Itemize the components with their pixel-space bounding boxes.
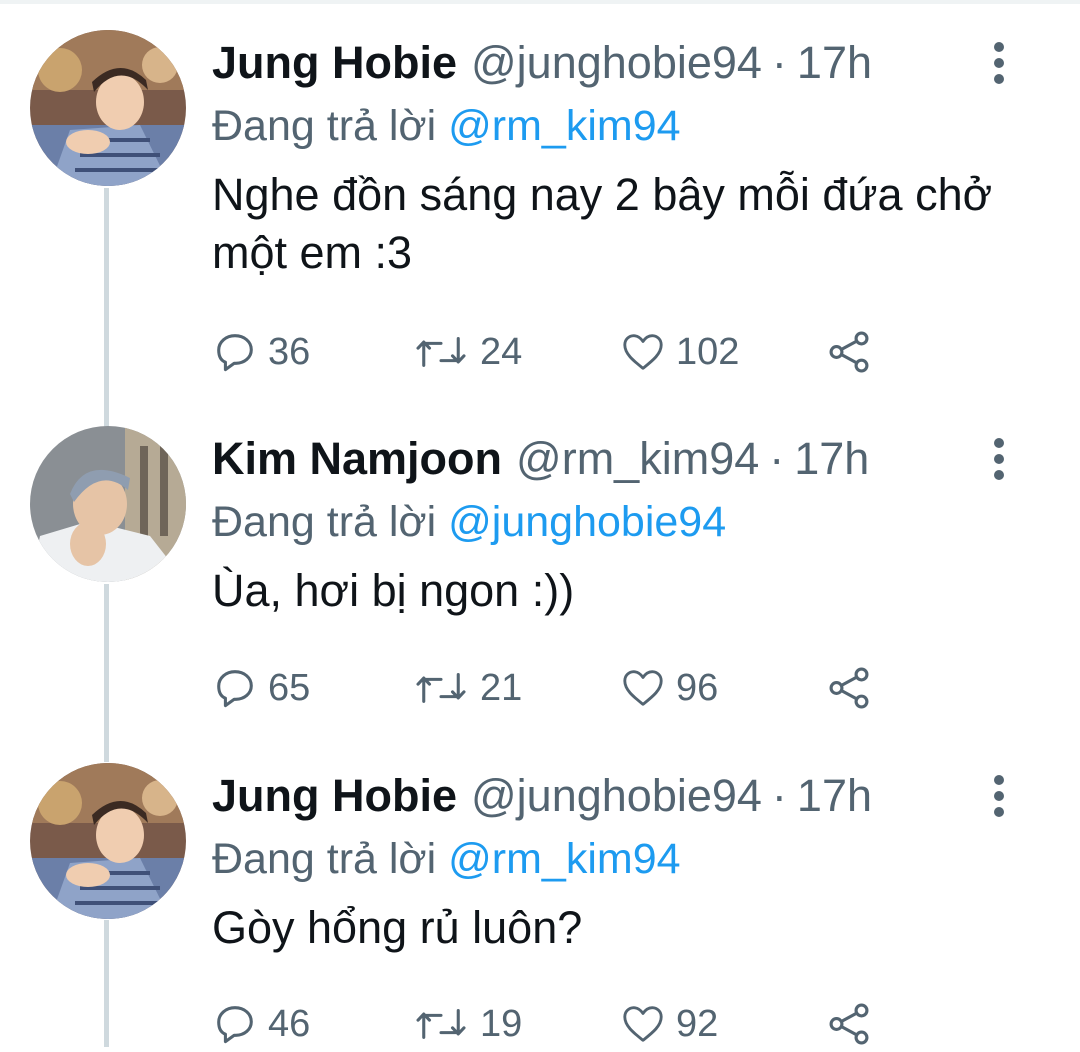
reply-button[interactable]: 46	[212, 996, 310, 1052]
tweet-text: Gòy hổng rủ luôn?	[212, 902, 583, 953]
share-button[interactable]	[824, 660, 884, 716]
retweet-icon	[416, 337, 466, 367]
avatar[interactable]	[30, 426, 186, 582]
more-vertical-icon[interactable]	[988, 41, 1010, 85]
retweet-icon	[416, 1009, 466, 1039]
like-button[interactable]: 102	[620, 324, 739, 380]
author-handle[interactable]: @junghobie94	[471, 37, 762, 89]
replying-to-handle[interactable]: @rm_kim94	[448, 102, 680, 150]
tweet-thread: Jung Hobie @junghobie94 · 17h Đang trả l…	[0, 0, 1080, 1047]
replying-to-label: Đang trả lời	[212, 835, 437, 883]
replying-to: Đang trả lời @junghobie94	[212, 492, 1032, 552]
separator-dot: ·	[769, 433, 785, 484]
tweet-actions: 36 24 102	[212, 324, 912, 380]
avatar[interactable]	[30, 763, 186, 919]
tweet[interactable]: Jung Hobie @junghobie94 · 17h Đang trả l…	[0, 0, 1080, 410]
reply-icon	[217, 1006, 253, 1044]
like-count: 92	[676, 1002, 719, 1045]
retweet-button[interactable]: 19	[412, 996, 522, 1052]
tweet-actions: 46 19 92	[212, 996, 912, 1052]
tweet-header: Jung Hobie @junghobie94 · 17h	[212, 763, 1032, 829]
share-button[interactable]	[824, 996, 884, 1052]
author-handle[interactable]: @junghobie94	[471, 770, 762, 822]
retweet-button[interactable]: 21	[412, 660, 522, 716]
replying-to-handle[interactable]: @junghobie94	[448, 498, 726, 546]
like-button[interactable]: 96	[620, 660, 718, 716]
author-name[interactable]: Jung Hobie	[212, 37, 457, 89]
share-icon	[829, 1003, 869, 1045]
heart-icon	[623, 670, 663, 706]
tweet-time[interactable]: 17h	[797, 37, 872, 89]
separator-dot: ·	[771, 770, 787, 821]
retweet-count: 19	[480, 1002, 523, 1045]
reply-icon	[217, 334, 253, 372]
share-icon	[829, 331, 869, 373]
reply-button[interactable]: 36	[212, 324, 310, 380]
tweet-text: Nghe đồn sáng nay 2 bây mỗi đứa chở một …	[212, 169, 993, 278]
replying-to-handle[interactable]: @rm_kim94	[448, 835, 680, 883]
tweet-time[interactable]: 17h	[797, 770, 872, 822]
reply-button[interactable]: 65	[212, 660, 310, 716]
retweet-button[interactable]: 24	[412, 324, 522, 380]
tweet-header: Kim Namjoon @rm_kim94 · 17h	[212, 426, 1032, 492]
retweet-icon	[416, 673, 466, 703]
tweet-body: Kim Namjoon @rm_kim94 · 17h Đang trả lời…	[212, 426, 1032, 620]
like-count: 102	[676, 330, 740, 373]
tweet[interactable]: Kim Namjoon @rm_kim94 · 17h Đang trả lời…	[0, 396, 1080, 776]
reply-count: 65	[268, 666, 311, 709]
retweet-count: 21	[480, 666, 523, 709]
tweet-text: Ùa, hơi bị ngon :))	[212, 565, 575, 616]
reply-count: 36	[268, 330, 311, 373]
separator-dot: ·	[771, 37, 787, 88]
more-vertical-icon[interactable]	[988, 774, 1010, 818]
author-name[interactable]: Kim Namjoon	[212, 433, 502, 485]
more-vertical-icon[interactable]	[988, 437, 1010, 481]
reply-icon	[217, 670, 253, 708]
heart-icon	[623, 334, 663, 370]
author-handle[interactable]: @rm_kim94	[516, 433, 759, 485]
share-button[interactable]	[824, 324, 884, 380]
author-name[interactable]: Jung Hobie	[212, 770, 457, 822]
tweet-actions: 65 21 96	[212, 660, 912, 716]
tweet-header: Jung Hobie @junghobie94 · 17h	[212, 30, 1032, 96]
replying-to: Đang trả lời @rm_kim94	[212, 829, 1032, 889]
tweet-body: Jung Hobie @junghobie94 · 17h Đang trả l…	[212, 30, 1032, 282]
avatar[interactable]	[30, 30, 186, 186]
tweet-time[interactable]: 17h	[794, 433, 869, 485]
replying-to-label: Đang trả lời	[212, 102, 437, 150]
retweet-count: 24	[480, 330, 523, 373]
tweet-body: Jung Hobie @junghobie94 · 17h Đang trả l…	[212, 763, 1032, 957]
tweet[interactable]: Jung Hobie @junghobie94 · 17h Đang trả l…	[0, 733, 1080, 1047]
like-button[interactable]: 92	[620, 996, 718, 1052]
reply-count: 46	[268, 1002, 311, 1045]
replying-to-label: Đang trả lời	[212, 498, 437, 546]
share-icon	[829, 667, 869, 709]
heart-icon	[623, 1006, 663, 1042]
replying-to: Đang trả lời @rm_kim94	[212, 96, 1032, 156]
like-count: 96	[676, 666, 719, 709]
